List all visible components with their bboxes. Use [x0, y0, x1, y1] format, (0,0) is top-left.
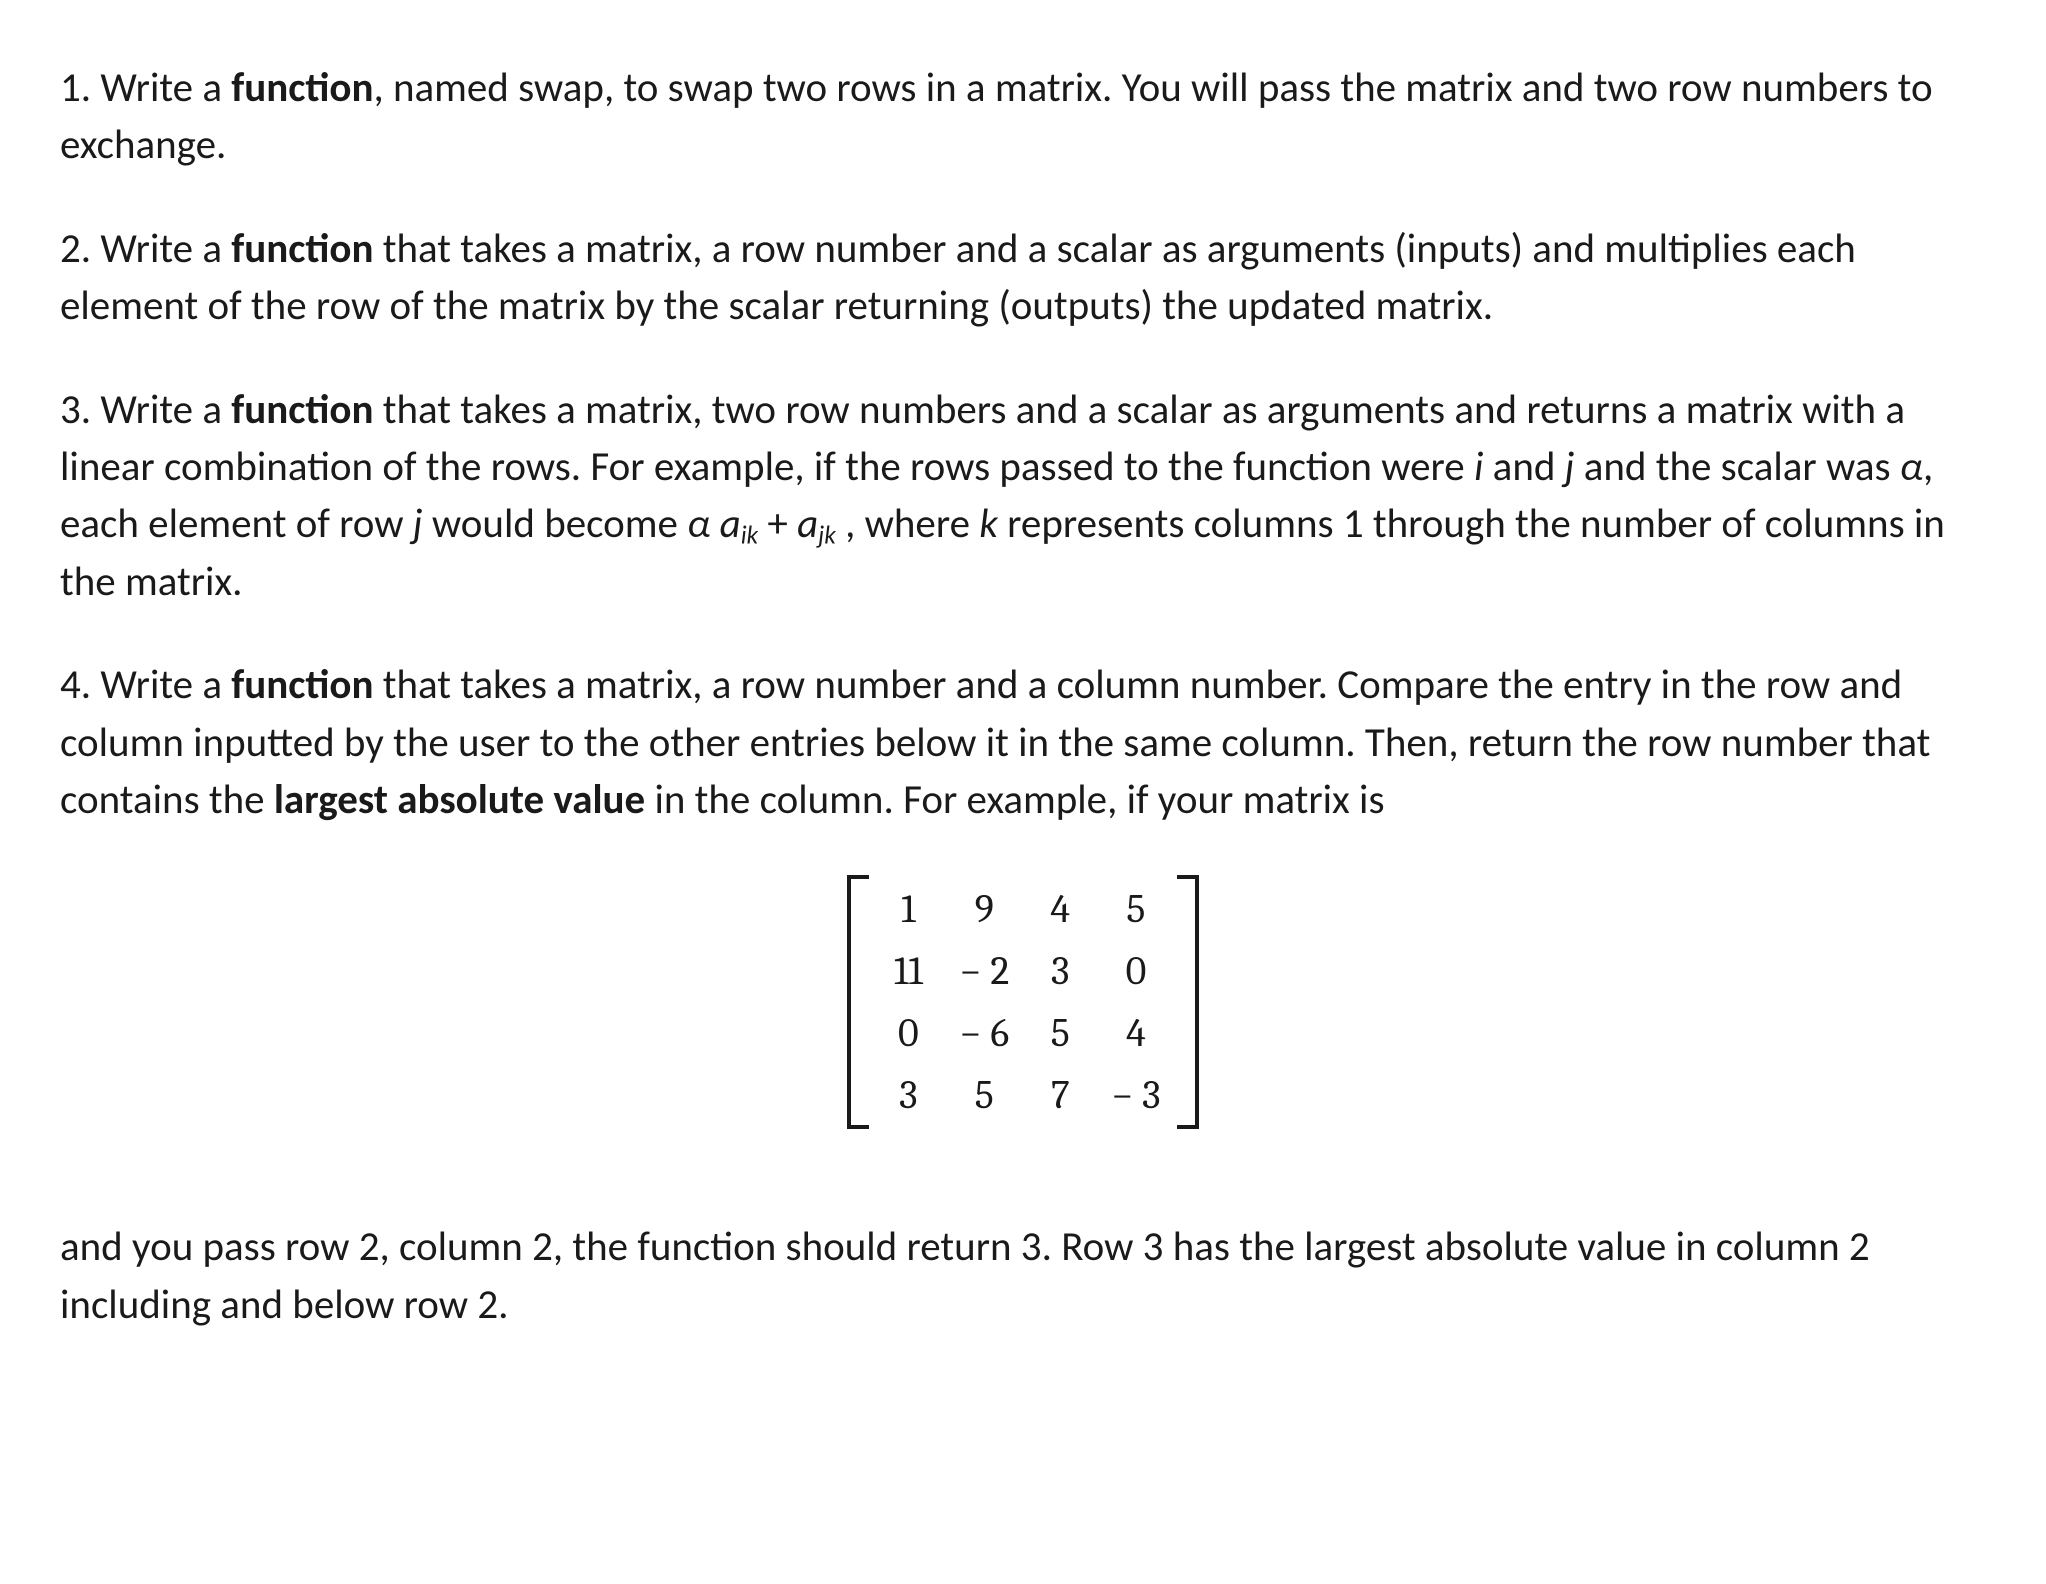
- problem-4: 4. Write a function that takes a matrix,…: [60, 657, 1986, 829]
- problem-number: 2.: [60, 224, 100, 274]
- problem-number: 4.: [60, 660, 100, 710]
- matrix: 1 9 4 5 11 − 2 3 0 0 − 6 5 4 3 5 7 − 3: [847, 875, 1198, 1129]
- function-keyword: function: [231, 660, 373, 710]
- matrix-cell: − 2: [959, 943, 1009, 999]
- matrix-cell: 9: [959, 881, 1009, 937]
- text: +: [758, 499, 797, 549]
- matrix-cell: 7: [1037, 1067, 1083, 1123]
- function-keyword: function: [231, 385, 373, 435]
- text: ,: [836, 499, 856, 549]
- matrix-grid: 1 9 4 5 11 − 2 3 0 0 − 6 5 4 3 5 7 − 3: [869, 875, 1176, 1129]
- text: and: [1483, 442, 1564, 492]
- bracket-left-icon: [847, 875, 869, 1129]
- matrix-cell: 5: [1111, 881, 1160, 937]
- emphasis: largest absolute value: [274, 775, 645, 825]
- problem-2: 2. Write a function that takes a matrix,…: [60, 221, 1986, 336]
- subscript-ik: ik: [741, 520, 758, 551]
- var-i: i: [1474, 442, 1483, 492]
- var-j: j: [413, 499, 423, 549]
- var-j: j: [1565, 442, 1575, 492]
- var-alpha: α: [1900, 442, 1923, 492]
- matrix-cell: − 3: [1111, 1067, 1160, 1123]
- problem-number: 3.: [60, 385, 100, 435]
- text: Write a: [100, 660, 231, 710]
- matrix-cell: 5: [1037, 1005, 1083, 1061]
- matrix-cell: 3: [885, 1067, 931, 1123]
- text: where: [855, 499, 979, 549]
- text: and the scalar was: [1574, 442, 1899, 492]
- problem-3: 3. Write a function that takes a matrix,…: [60, 382, 1986, 612]
- bracket-right-icon: [1177, 875, 1199, 1129]
- text: would become: [423, 499, 688, 549]
- var-a: a: [720, 499, 741, 549]
- text: in the column. For example, if your matr…: [645, 775, 1384, 825]
- text: [710, 499, 719, 549]
- text: Write a: [100, 63, 231, 113]
- function-keyword: function: [231, 63, 373, 113]
- matrix-cell: 0: [1111, 943, 1160, 999]
- document-page: 1. Write a function, named swap, to swap…: [0, 0, 2046, 1584]
- matrix-cell: 0: [885, 1005, 931, 1061]
- matrix-cell: − 6: [959, 1005, 1009, 1061]
- text: Write a: [100, 385, 231, 435]
- subscript-jk: jk: [818, 520, 836, 551]
- text: and you pass row 2, column 2, the functi…: [60, 1222, 1870, 1329]
- text: Write a: [100, 224, 231, 274]
- var-a: a: [797, 499, 818, 549]
- problem-4-tail: and you pass row 2, column 2, the functi…: [60, 1219, 1986, 1334]
- matrix-cell: 5: [959, 1067, 1009, 1123]
- problem-number: 1.: [60, 63, 100, 113]
- matrix-cell: 3: [1037, 943, 1083, 999]
- var-alpha: α: [687, 499, 710, 549]
- problem-1: 1. Write a function, named swap, to swap…: [60, 60, 1986, 175]
- matrix-display: 1 9 4 5 11 − 2 3 0 0 − 6 5 4 3 5 7 − 3: [60, 875, 1986, 1129]
- matrix-cell: 4: [1111, 1005, 1160, 1061]
- var-k: k: [979, 499, 998, 549]
- matrix-cell: 4: [1037, 881, 1083, 937]
- matrix-cell: 1: [885, 881, 931, 937]
- function-keyword: function: [231, 224, 373, 274]
- matrix-cell: 11: [885, 943, 931, 999]
